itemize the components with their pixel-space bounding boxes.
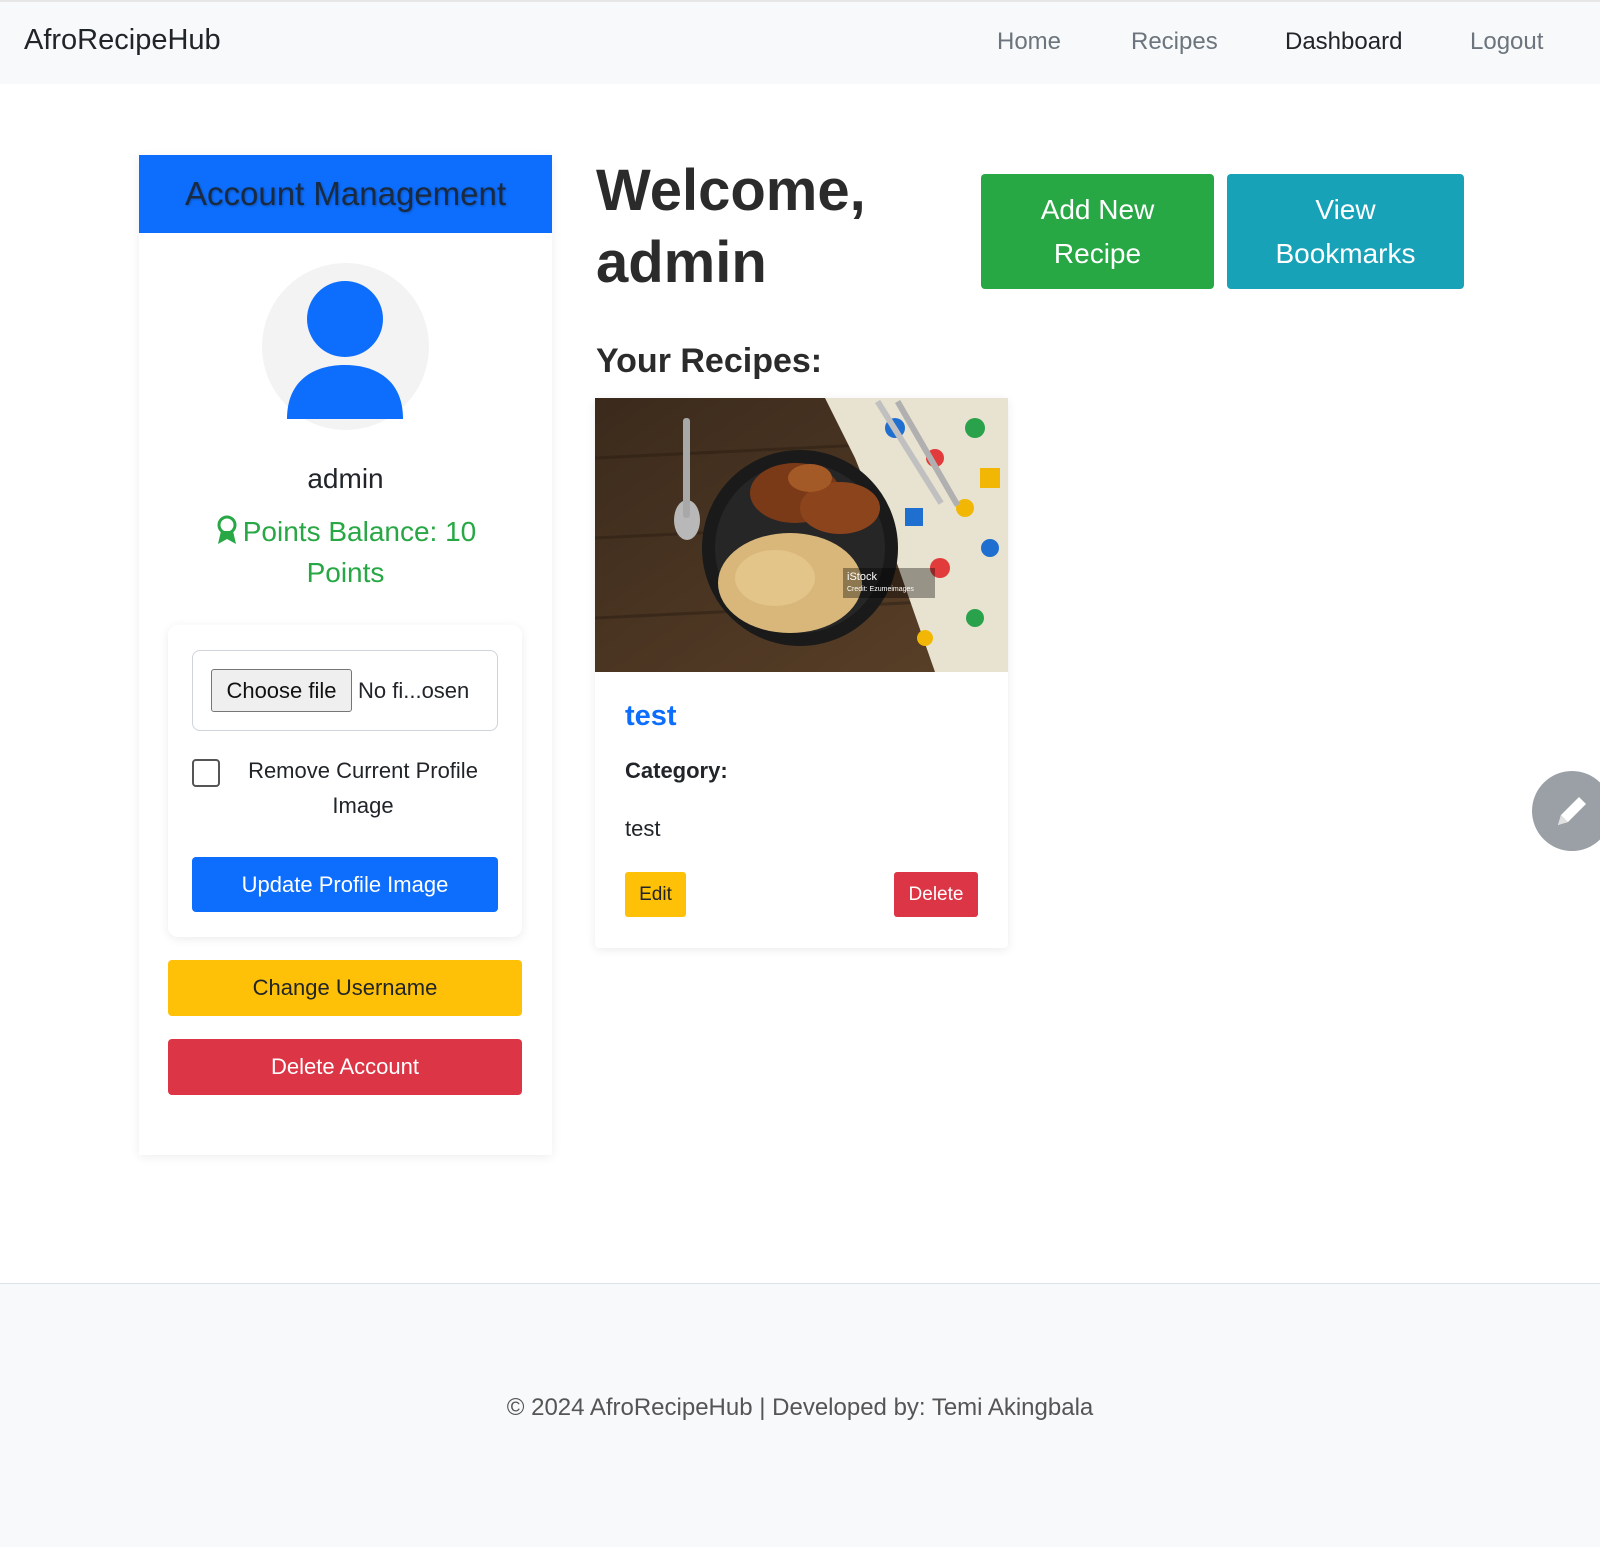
choose-file-button[interactable]: Choose file [211, 669, 352, 712]
recipe-title-link[interactable]: test [625, 700, 677, 733]
recipe-description: test [625, 816, 661, 841]
nav-link-home[interactable]: Home [997, 28, 1061, 56]
account-management-header: Account Management [139, 155, 552, 233]
nav-link-recipes[interactable]: Recipes [1131, 28, 1218, 56]
image-watermark: iStock [847, 571, 877, 583]
nav-link-dashboard[interactable]: Dashboard [1285, 28, 1402, 56]
welcome-heading: Welcome, admin [596, 158, 866, 295]
image-credit: Credit: Ezumeimages [847, 586, 914, 593]
change-username-button[interactable]: Change Username [168, 960, 522, 1016]
delete-recipe-button[interactable]: Delete [894, 872, 978, 917]
footer: © 2024 AfroRecipeHub | Developed by: Tem… [0, 1283, 1600, 1547]
delete-account-button[interactable]: Delete Account [168, 1039, 522, 1095]
nav-link-logout[interactable]: Logout [1470, 28, 1543, 56]
recipe-category-label: Category: [625, 758, 728, 783]
profile-username: admin [307, 463, 384, 494]
footer-copyright: © 2024 AfroRecipeHub | Developed by: Tem… [506, 1394, 1094, 1421]
pencil-icon [1558, 797, 1586, 825]
profile-image-file-input[interactable]: Choose file No fi...osen [192, 650, 498, 731]
profile-image-form: Choose file No fi...osen Remove Current … [168, 625, 522, 937]
user-avatar-icon [287, 281, 403, 419]
add-new-recipe-button[interactable]: Add New Recipe [981, 174, 1214, 289]
your-recipes-heading: Your Recipes: [596, 342, 823, 380]
remove-profile-image-label[interactable]: Remove Current Profile Image [228, 753, 498, 823]
recipe-card: iStock Credit: Ezumeimages test Category… [595, 398, 1008, 948]
recipe-image[interactable]: iStock Credit: Ezumeimages [595, 398, 1008, 672]
profile-avatar [262, 263, 429, 430]
remove-profile-image-checkbox[interactable] [192, 759, 220, 787]
award-icon [215, 515, 239, 554]
floating-edit-button[interactable] [1532, 771, 1600, 851]
view-bookmarks-button[interactable]: View Bookmarks [1227, 174, 1464, 289]
account-management-card: Account Management admin Points Balance:… [139, 155, 552, 1155]
points-balance-text: Points Balance: 10 Points [242, 516, 477, 588]
points-balance: Points Balance: 10 Points [179, 513, 512, 591]
brand-logo[interactable]: AfroRecipeHub [24, 24, 221, 57]
navbar: AfroRecipeHub Home Recipes Dashboard Log… [0, 0, 1600, 84]
edit-recipe-button[interactable]: Edit [625, 872, 686, 917]
update-profile-image-button[interactable]: Update Profile Image [192, 857, 498, 912]
file-status-text: No fi...osen [358, 678, 470, 703]
